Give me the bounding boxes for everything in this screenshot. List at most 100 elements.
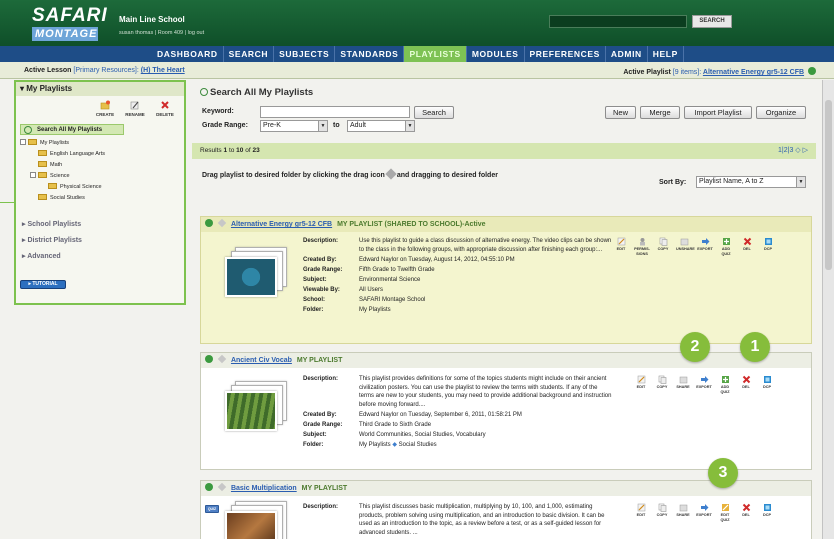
thumbnail-stack[interactable] [225, 501, 287, 539]
tree-item-my-playlists[interactable]: My Playlists [20, 138, 105, 149]
collapse-toggle-icon[interactable] [30, 172, 36, 178]
rename-icon [130, 101, 139, 110]
active-playlist-sub[interactable]: [9 items]: [673, 69, 701, 76]
create-button[interactable]: CREATE [92, 100, 118, 117]
go-arrow-icon[interactable] [808, 67, 816, 75]
copy-button[interactable]: COPY [654, 503, 670, 522]
drag-icon[interactable] [217, 354, 227, 364]
user-line[interactable]: susan thomas | Room 409 | log out [119, 30, 204, 36]
playlist-title[interactable]: Basic Multiplication [231, 485, 297, 492]
tree-item-social-studies[interactable]: Social Studies [20, 193, 105, 204]
field-label: Viewable By: [303, 286, 340, 293]
thumbnail-stack[interactable] [225, 247, 287, 297]
search-all-label: Search All My Playlists [37, 127, 103, 133]
copy-button[interactable]: COPY [654, 375, 670, 394]
results-to: to [228, 147, 235, 154]
nav-playlists[interactable]: PLAYLISTS [404, 46, 467, 62]
play-icon[interactable] [205, 219, 213, 227]
nav-standards[interactable]: STANDARDS [335, 46, 405, 62]
playlist-meta: MY PLAYLIST (SHARED TO SCHOOL)-Active [337, 221, 486, 228]
permissions-button[interactable]: PERMIS-SIONS [634, 237, 650, 256]
drag-icon[interactable] [217, 482, 227, 492]
thumbnail-image [225, 257, 277, 297]
tree-item-science[interactable]: Science [20, 171, 105, 182]
play-icon[interactable] [205, 355, 213, 363]
playlist-card[interactable]: Ancient Civ Vocab MY PLAYLIST Descriptio… [200, 352, 812, 470]
search-all-playlists[interactable]: Search All My Playlists [20, 124, 124, 135]
delete-button[interactable]: DEL [738, 503, 754, 522]
export-button[interactable]: EXPORT [697, 237, 713, 256]
add-quiz-button[interactable]: ADD QUIZ [718, 237, 734, 256]
nav-dashboard[interactable]: DASHBOARD [152, 46, 224, 62]
description-value: Use this playlist to guide a class discu… [359, 238, 612, 253]
tree-item-physical-science[interactable]: Physical Science [20, 182, 105, 193]
playlist-card[interactable]: Alternative Energy gr5-12 CFB MY PLAYLIS… [200, 216, 812, 344]
delete-button[interactable]: DEL [738, 375, 754, 394]
pagination[interactable]: 1|2|3 ◇ ▷ [778, 143, 808, 159]
nav-admin[interactable]: ADMIN [606, 46, 648, 62]
playlist-title[interactable]: Alternative Energy gr5-12 CFB [231, 221, 332, 228]
import-playlist-button[interactable]: Import Playlist [684, 106, 752, 119]
organize-button[interactable]: Organize [756, 106, 806, 119]
field-label: Folder: [303, 441, 324, 448]
export-button[interactable]: EXPORT [696, 503, 712, 522]
callout-1: 1 [740, 332, 770, 362]
nav-search[interactable]: SEARCH [224, 46, 275, 62]
page-links[interactable]: 1|2|3 [778, 147, 793, 154]
search-button[interactable]: Search [414, 106, 454, 119]
nav-subjects[interactable]: SUBJECTS [274, 46, 336, 62]
nav-help[interactable]: HELP [648, 46, 684, 62]
folder-value: My Playlists [359, 306, 391, 313]
scrollbar[interactable] [822, 80, 834, 539]
export-icon [700, 376, 708, 383]
export-button[interactable]: EXPORT [696, 375, 712, 394]
add-quiz-button[interactable]: ADD QUIZ [717, 375, 733, 394]
drag-icon[interactable] [217, 218, 227, 228]
action-label: EXPORT [696, 385, 712, 389]
merge-button[interactable]: Merge [640, 106, 680, 119]
keyword-input[interactable] [260, 106, 410, 118]
header-search-button[interactable]: SEARCH [692, 15, 732, 28]
section-school-playlists[interactable]: ▸ School Playlists [22, 220, 81, 228]
grade-to-select[interactable]: Adult ▼ [347, 120, 415, 132]
share-button[interactable]: SHARE [675, 375, 691, 394]
nav-modules[interactable]: MODULES [467, 46, 525, 62]
section-advanced[interactable]: ▸ Advanced [22, 252, 61, 260]
thumbnail-stack[interactable] [225, 381, 287, 431]
share-button[interactable]: SHARE [675, 503, 691, 522]
sort-select[interactable]: Playlist Name, A to Z ▼ [696, 176, 806, 188]
edit-button[interactable]: EDIT [633, 503, 649, 522]
section-district-playlists[interactable]: ▸ District Playlists [22, 236, 82, 244]
delete-button[interactable]: DELETE [152, 100, 178, 117]
edit-quiz-button[interactable]: EDIT QUIZ [717, 503, 733, 522]
tutorial-label: TUTORIAL [32, 281, 58, 287]
rename-button[interactable]: RENAME [122, 100, 148, 117]
active-playlist-link[interactable]: Alternative Energy gr5-12 CFB [703, 69, 804, 76]
active-lesson-link[interactable]: (H) The Heart [141, 67, 185, 74]
active-lesson-sub[interactable]: [Primary Resources]: [73, 67, 138, 74]
playlist-card[interactable]: Basic Multiplication MY PLAYLIST QUIZ De… [200, 480, 812, 539]
tutorial-button[interactable]: ▸ TUTORIAL [20, 280, 66, 289]
dcp-button[interactable]: DCP [759, 375, 775, 394]
playlist-title[interactable]: Ancient Civ Vocab [231, 357, 292, 364]
add-quiz-icon [721, 376, 729, 383]
nav-preferences[interactable]: PREFERENCES [525, 46, 606, 62]
tree-item-math[interactable]: Math [20, 160, 105, 171]
sidebar-header[interactable]: ▾ My Playlists [16, 82, 184, 96]
dcp-button[interactable]: DCP [760, 237, 776, 256]
delete-button[interactable]: DEL [739, 237, 755, 256]
search-icon [24, 126, 32, 134]
folder-icon [38, 172, 47, 178]
unshare-button[interactable]: UNSHARE [676, 237, 695, 256]
edit-button[interactable]: EDIT [633, 375, 649, 394]
collapse-toggle-icon[interactable] [20, 139, 26, 145]
dcp-button[interactable]: DCP [759, 503, 775, 522]
grade-from-select[interactable]: Pre-K ▼ [260, 120, 328, 132]
copy-button[interactable]: COPY [655, 237, 671, 256]
header-search-input[interactable] [549, 15, 687, 28]
scrollbar-thumb[interactable] [825, 100, 832, 270]
play-icon[interactable] [205, 483, 213, 491]
tree-item-ela[interactable]: English Language Arts [20, 149, 105, 160]
new-button[interactable]: New [605, 106, 636, 119]
edit-button[interactable]: EDIT [613, 237, 629, 256]
